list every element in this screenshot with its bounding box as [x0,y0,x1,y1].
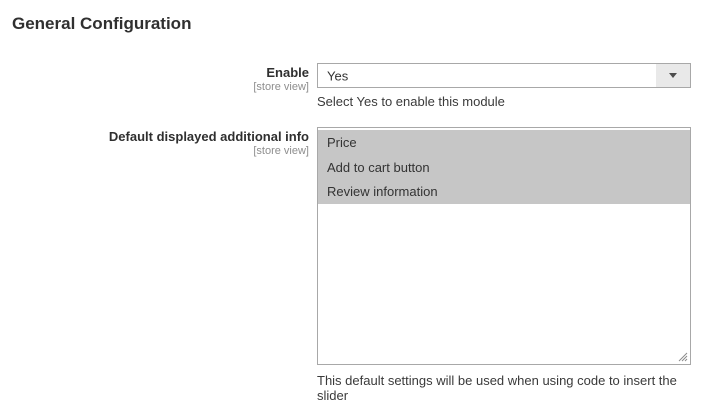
option-review-information[interactable]: Review information [318,179,690,205]
field-row-enable: Enable [store view] Yes Select Yes to en… [12,63,710,109]
enable-label-block: Enable [store view] [12,63,309,109]
config-form: Enable [store view] Yes Select Yes to en… [12,63,710,400]
chevron-down-icon[interactable] [656,64,690,87]
default-info-label-block: Default displayed additional info [store… [12,127,309,400]
enable-select-value: Yes [327,68,349,83]
default-info-note: This default settings will be used when … [317,373,677,400]
enable-label: Enable [266,65,309,80]
enable-field-col: Yes Select Yes to enable this module [317,63,691,109]
enable-scope-label: [store view] [253,81,309,93]
option-price[interactable]: Price [318,130,690,155]
additional-info-multiselect[interactable]: Price Add to cart button Review informat… [317,127,691,365]
chevron-down-glyph [669,73,677,78]
default-info-label: Default displayed additional info [108,129,309,144]
page-title: General Configuration [12,14,192,33]
default-info-scope-label: [store view] [253,145,309,157]
resize-grip-icon[interactable] [677,351,688,362]
enable-note: Select Yes to enable this module [317,94,505,109]
field-row-default-info: Default displayed additional info [store… [12,127,710,400]
default-info-field-col: Price Add to cart button Review informat… [317,127,691,400]
config-page: General Configuration Enable [store view… [0,0,710,400]
option-add-to-cart-button[interactable]: Add to cart button [318,154,690,180]
enable-select[interactable]: Yes [317,63,691,88]
